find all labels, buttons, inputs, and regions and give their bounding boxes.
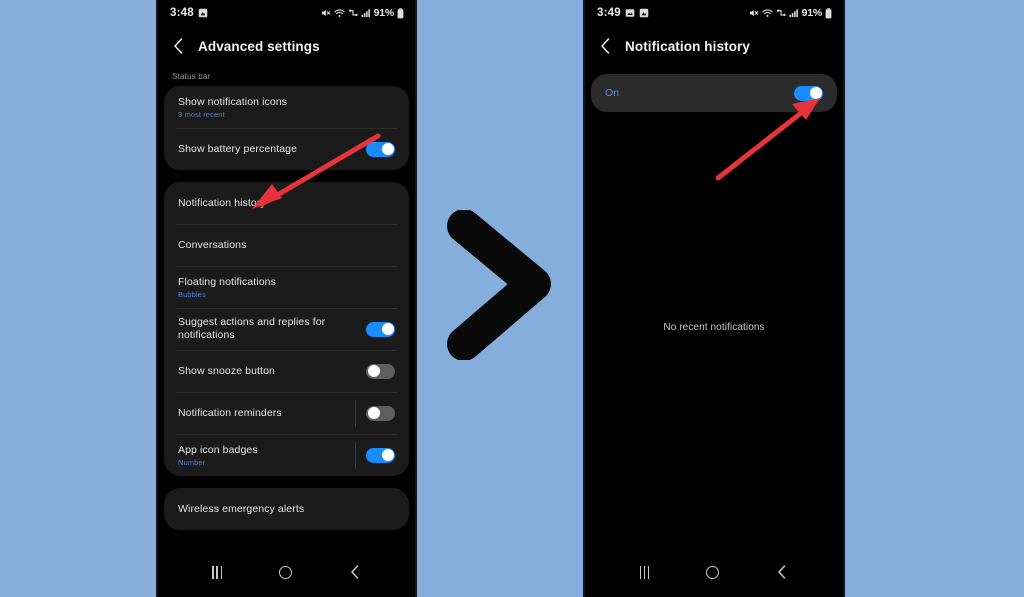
back-icon[interactable] [349,564,361,580]
status-bar-clock: 3:48 [170,7,194,19]
status-bar-right-group: 91% [321,7,404,19]
row-floating-notifications[interactable]: Floating notifications Bubbles [164,266,409,308]
row-text-group: On [605,80,619,107]
row-text-group: Notification history [178,190,266,217]
wifi-icon [333,9,345,17]
row-notification-reminders[interactable]: Notification reminders [164,392,409,434]
row-text-group: Show snooze button [178,358,275,385]
row-text-group: Show battery percentage [178,136,297,163]
recents-icon[interactable] [212,565,223,579]
toggle-knob [381,143,394,155]
home-icon[interactable] [278,565,292,579]
toggle-knob [381,323,394,335]
battery-icon [397,7,404,18]
row-show-battery-percentage[interactable]: Show battery percentage [164,128,409,170]
toggle-show-snooze-button[interactable] [366,363,395,379]
toggle-show-battery-percentage[interactable] [366,141,395,157]
recents-icon[interactable] [639,565,650,579]
row-subtitle: Bubbles [178,289,206,299]
row-subtitle: 3 most recent [178,109,225,119]
row-title: Show battery percentage [178,142,298,155]
row-text-group: Conversations [178,232,246,259]
mute-icon [749,9,758,17]
status-bar-clock: 3:49 [597,7,621,19]
row-text-group: Show notification icons 3 most recent [178,89,287,126]
battery-percentage-label: 91% [801,7,823,19]
row-title: Floating notifications [178,275,276,288]
row-title: Wireless emergency alerts [178,502,305,515]
screenshot-icon [198,8,208,18]
settings-card-emergency-alerts: Wireless emergency alerts [164,488,409,530]
toggle-knob [367,407,380,419]
row-notification-history[interactable]: Notification history [164,182,409,224]
row-suggest-actions-and-replies[interactable]: Suggest actions and replies for notifica… [164,308,409,350]
row-title: App icon badges [178,443,258,456]
vpn-icon [348,9,358,17]
settings-card-status-bar: Show notification icons 3 most recent Sh… [164,86,409,170]
page-title: Notification history [625,38,751,54]
home-icon[interactable] [706,565,720,579]
back-icon[interactable] [776,564,788,580]
row-title: Show notification icons [178,95,288,108]
status-bar-left-group: 3:49 [597,7,649,19]
wifi-icon [761,9,773,17]
back-chevron-icon[interactable] [172,37,185,55]
right-phone-screen: 3:49 91% Notification history On No rece… [583,0,845,597]
status-bar-left-group: 3:48 [170,7,208,19]
row-title: Suggest actions and replies for notifica… [178,316,326,341]
left-phone-screen: 3:48 91% Advanced settings Status bar Sh… [156,0,417,597]
master-switch-label: On [605,86,620,99]
row-text-group: App icon badges Number [178,437,258,474]
vpn-icon [776,9,786,17]
settings-card-notifications: Notification history Conversations Float… [164,182,409,476]
chevron-right-icon [447,210,551,360]
left-app-bar: Advanced settings [158,26,415,66]
signal-icon [361,9,370,18]
row-show-notification-icons[interactable]: Show notification icons 3 most recent [164,86,409,128]
row-title: Notification history [178,196,266,209]
gallery-icon [625,9,635,17]
left-navigation-bar [158,555,415,589]
right-status-bar: 3:49 91% [585,0,843,26]
toggle-knob [367,365,380,377]
toggle-knob [809,87,822,99]
battery-percentage-label: 91% [373,7,395,19]
mute-icon [321,9,330,17]
toggle-notification-reminders[interactable] [355,399,395,427]
left-status-bar: 3:48 91% [158,0,415,26]
toggle-knob [381,449,394,461]
right-app-bar: Notification history [585,26,843,66]
section-label-status-bar: Status bar [172,72,211,81]
row-title: Notification reminders [178,406,282,419]
signal-icon [789,9,798,18]
row-text-group: Floating notifications Bubbles [178,269,276,306]
row-notification-history-master[interactable]: On [591,74,837,112]
battery-icon [825,7,832,18]
notification-history-master-card: On [591,74,837,112]
back-chevron-icon[interactable] [599,37,612,55]
row-subtitle: Number [178,457,206,467]
row-title: Conversations [178,238,247,251]
row-text-group: Wireless emergency alerts [178,496,304,523]
row-app-icon-badges[interactable]: App icon badges Number [164,434,409,476]
screenshot-icon [639,8,649,18]
row-show-snooze-button[interactable]: Show snooze button [164,350,409,392]
empty-state-message: No recent notifications [663,322,765,333]
row-title: Show snooze button [178,364,275,377]
toggle-notification-history[interactable] [794,85,823,101]
row-text-group: Notification reminders [178,400,282,427]
row-wireless-emergency-alerts[interactable]: Wireless emergency alerts [164,488,409,530]
status-bar-right-group: 91% [749,7,832,19]
row-conversations[interactable]: Conversations [164,224,409,266]
right-navigation-bar [585,555,843,589]
row-text-group: Suggest actions and replies for notifica… [178,309,366,349]
toggle-app-icon-badges[interactable] [355,441,395,469]
page-title: Advanced settings [198,38,320,54]
toggle-suggest-actions-and-replies[interactable] [366,321,395,337]
